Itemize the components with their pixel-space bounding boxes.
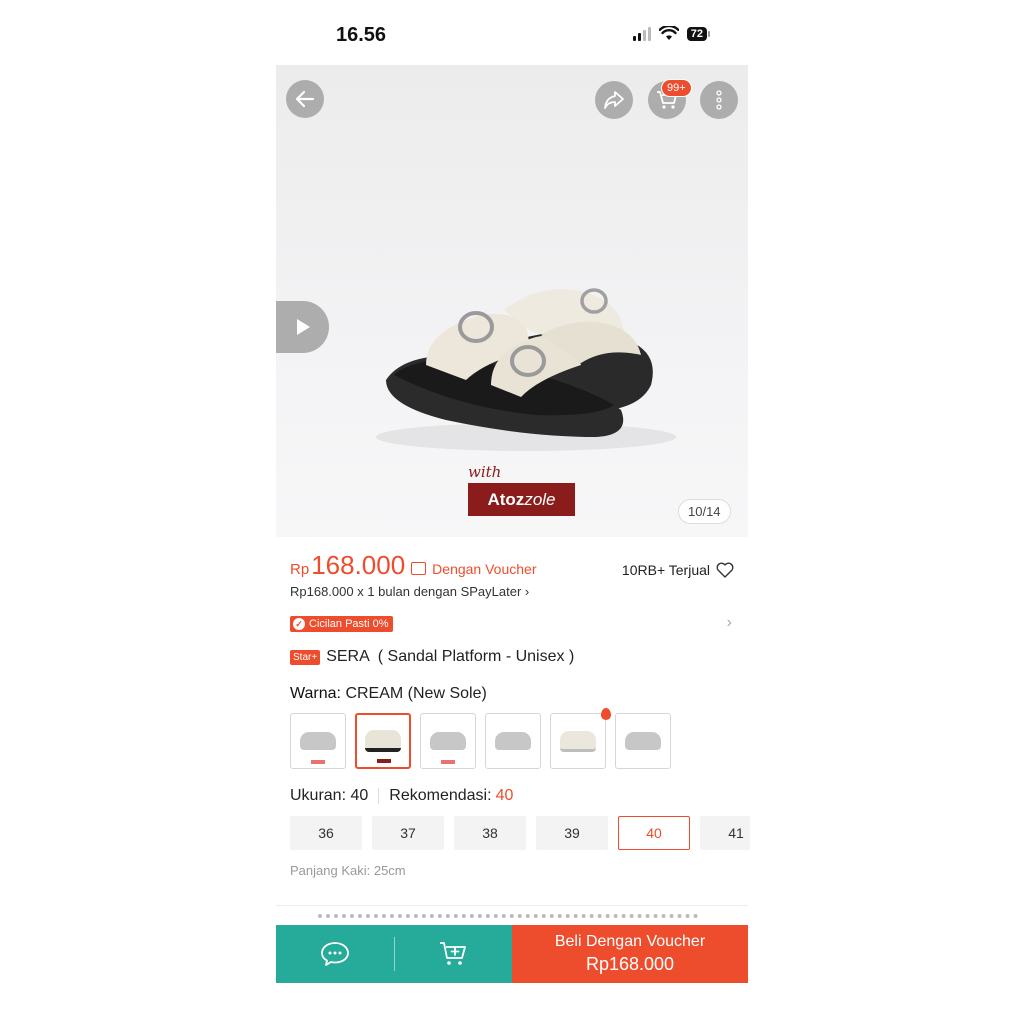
size-options: 36 37 38 39 40 41 — [290, 816, 750, 850]
battery-icon: 72 — [686, 26, 710, 41]
size-option[interactable]: 41 — [700, 816, 750, 850]
brand-watermark: with Atoz zole — [468, 463, 575, 516]
size-option[interactable]: 37 — [372, 816, 444, 850]
foot-length-note: Panjang Kaki: 25cm — [290, 863, 406, 878]
cicilan-row[interactable]: ✓ Cicilan Pasti 0% › — [290, 614, 736, 634]
add-to-cart-icon — [440, 942, 467, 965]
product-image-gallery[interactable]: 99+ with Atoz zole 10/14 — [276, 65, 748, 537]
battery-level: 72 — [686, 26, 707, 41]
more-options-button[interactable] — [700, 81, 738, 119]
color-swatch[interactable] — [550, 708, 611, 769]
selected-color: CREAM (New Sole) — [345, 685, 487, 702]
play-video-button[interactable] — [276, 301, 329, 353]
size-option[interactable]: 39 — [536, 816, 608, 850]
chat-button[interactable] — [276, 925, 394, 983]
color-swatch[interactable] — [485, 713, 541, 769]
divider — [276, 905, 748, 906]
chat-icon — [320, 942, 349, 966]
cart-count-badge: 99+ — [661, 79, 692, 97]
installment-info[interactable]: Rp168.000 x 1 bulan dengan SPayLater › — [290, 584, 736, 599]
size-selection-label: Ukuran: 40 Rekomendasi: 40 — [290, 787, 514, 804]
selected-size: 40 — [350, 787, 369, 804]
price-value: 168.000 — [311, 550, 406, 580]
heart-icon[interactable] — [716, 562, 734, 578]
product-title-row: Star+ SERA ( Sandal Platform - Unisex ) — [290, 648, 736, 666]
image-counter: 10/14 — [678, 499, 731, 524]
color-selection-label: Warna: CREAM (New Sole) — [290, 685, 487, 702]
recommendation-label: Rekomendasi: — [389, 787, 492, 804]
buy-button-label: Beli Dengan Voucher — [554, 933, 706, 950]
size-option[interactable]: 36 — [290, 816, 362, 850]
play-icon — [296, 319, 310, 335]
product-name: SERA ( Sandal Platform - Unisex ) — [326, 648, 575, 665]
back-button[interactable] — [286, 80, 324, 118]
color-swatches — [290, 708, 736, 769]
status-time: 16.56 — [336, 24, 387, 46]
more-vertical-icon — [716, 90, 722, 110]
buy-button-price: Rp168.000 — [585, 954, 675, 974]
recommended-size: 40 — [495, 787, 514, 804]
secondary-actions — [276, 925, 512, 983]
size-option-selected[interactable]: 40 — [618, 816, 690, 850]
chevron-right-icon: › — [524, 584, 530, 599]
share-icon — [604, 91, 624, 109]
size-option[interactable]: 38 — [454, 816, 526, 850]
bottom-action-bar: Beli Dengan Voucher Rp168.000 — [276, 925, 748, 983]
status-bar: 16.56 72 — [276, 18, 748, 54]
brand-logo: Atoz zole — [468, 483, 575, 516]
wifi-icon — [658, 26, 679, 40]
fire-icon — [601, 708, 611, 720]
buy-with-voucher-button[interactable]: Beli Dengan Voucher Rp168.000 — [512, 925, 748, 983]
signal-icon — [632, 26, 651, 41]
voucher-label[interactable]: Dengan Voucher — [432, 561, 536, 577]
cicilan-badge: ✓ Cicilan Pasti 0% — [290, 616, 394, 632]
chevron-right-icon: › — [726, 614, 732, 631]
price-currency: Rp — [290, 561, 310, 578]
share-button[interactable] — [595, 81, 633, 119]
product-info: Rp 168.000 Dengan Voucher 10RB+ Terjual … — [290, 550, 750, 878]
sold-count: 10RB+ Terjual — [622, 562, 734, 578]
arrow-left-icon — [295, 90, 315, 108]
add-to-cart-button[interactable] — [395, 925, 513, 983]
color-swatch-selected[interactable] — [355, 713, 411, 769]
voucher-icon — [411, 562, 427, 575]
color-swatch[interactable] — [290, 713, 346, 769]
star-plus-badge: Star+ — [290, 649, 321, 665]
color-swatch[interactable] — [420, 713, 476, 769]
color-swatch[interactable] — [615, 713, 671, 769]
price-row: Rp 168.000 Dengan Voucher 10RB+ Terjual — [290, 550, 736, 582]
brand-with-text: with — [468, 463, 502, 481]
check-circle-icon: ✓ — [293, 618, 305, 630]
status-icons: 72 — [632, 26, 710, 41]
